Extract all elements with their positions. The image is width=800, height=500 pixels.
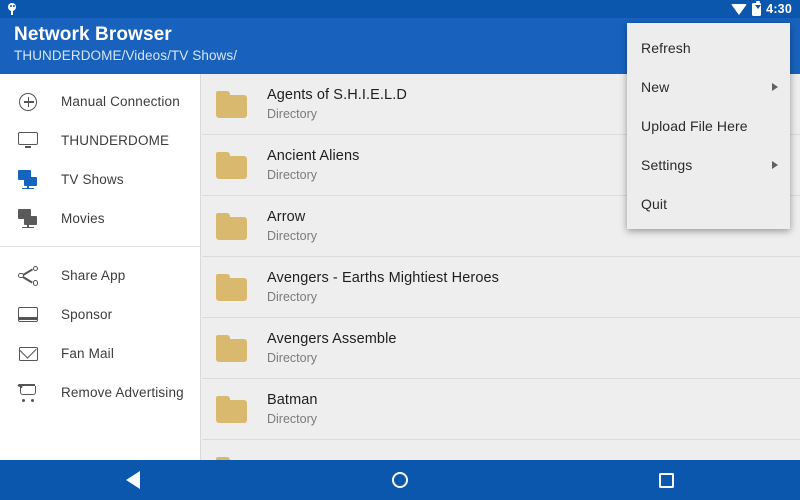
list-item[interactable]: Avengers - Earths Mightiest Heroes Direc…: [202, 257, 800, 318]
sidebar-item-thunderdome[interactable]: THUNDERDOME: [0, 121, 200, 160]
file-type: Directory: [267, 167, 360, 184]
sidebar-item-label: TV Shows: [61, 172, 124, 187]
file-name: Batman: [267, 391, 318, 410]
menu-item-upload-file-here[interactable]: Upload File Here: [627, 106, 790, 145]
monitor-icon: [16, 129, 40, 153]
home-icon: [392, 472, 408, 488]
sidebar-item-share-app[interactable]: Share App: [0, 256, 200, 295]
status-bar: 4:30: [0, 0, 800, 18]
status-bar-clock: 4:30: [766, 2, 792, 16]
menu-item-label: Refresh: [641, 40, 778, 56]
sidebar-item-label: Fan Mail: [61, 346, 114, 361]
sidebar-item-remove-advertising[interactable]: Remove Advertising: [0, 373, 200, 412]
sidebar-item-fan-mail[interactable]: Fan Mail: [0, 334, 200, 373]
chevron-right-icon: [772, 83, 778, 91]
status-bar-notifications: [6, 3, 731, 15]
sidebar-item-manual-connection[interactable]: Manual Connection: [0, 82, 200, 121]
file-type: Directory: [267, 411, 318, 428]
file-name: Agents of S.H.I.E.L.D: [267, 86, 407, 105]
menu-item-label: Upload File Here: [641, 118, 778, 134]
sidebar-item-label: Manual Connection: [61, 94, 180, 109]
file-type: Directory: [267, 228, 317, 245]
server-icon: [16, 168, 40, 192]
file-type: Directory: [267, 106, 407, 123]
list-item[interactable]: Batman Directory: [202, 379, 800, 440]
sidebar-item-movies[interactable]: Movies: [0, 199, 200, 238]
server-icon: [16, 207, 40, 231]
sidebar-item-sponsor[interactable]: Sponsor: [0, 295, 200, 334]
sidebar-item-label: Movies: [61, 211, 105, 226]
navigation-drawer: Manual Connection THUNDERDOME TV Shows M…: [0, 74, 201, 460]
battery-charging-icon: [752, 3, 761, 16]
sidebar-item-label: Share App: [61, 268, 125, 283]
back-button[interactable]: [103, 460, 163, 500]
wifi-icon: [731, 4, 747, 15]
sidebar-item-label: Remove Advertising: [61, 385, 184, 400]
status-bar-system: 4:30: [731, 2, 792, 16]
menu-item-new[interactable]: New: [627, 67, 790, 106]
shopping-cart-icon: [16, 381, 40, 405]
file-type: Directory: [267, 289, 499, 306]
sidebar-item-label: Sponsor: [61, 307, 112, 322]
sidebar-item-tv-shows[interactable]: TV Shows: [0, 160, 200, 199]
back-icon: [126, 471, 140, 489]
menu-item-label: Quit: [641, 196, 778, 212]
plug-icon: [6, 3, 18, 15]
file-name: Avengers Assemble: [267, 330, 397, 349]
file-name: Avengers - Earths Mightiest Heroes: [267, 269, 499, 288]
sidebar-divider: [0, 246, 200, 247]
android-navigation-bar: [0, 460, 800, 500]
folder-icon: [216, 152, 247, 179]
menu-item-settings[interactable]: Settings: [627, 145, 790, 184]
file-name: Arrow: [267, 208, 317, 227]
recents-button[interactable]: [637, 460, 697, 500]
folder-icon: [216, 213, 247, 240]
envelope-icon: [16, 342, 40, 366]
folder-icon: [216, 91, 247, 118]
list-item[interactable]: Avengers Assemble Directory: [202, 318, 800, 379]
menu-item-refresh[interactable]: Refresh: [627, 28, 790, 67]
plus-circle-icon: [16, 90, 40, 114]
file-type: Directory: [267, 350, 397, 367]
home-button[interactable]: [370, 460, 430, 500]
recents-icon: [659, 473, 674, 488]
list-item-partial[interactable]: [202, 440, 800, 460]
menu-item-label: Settings: [641, 157, 772, 173]
folder-icon: [216, 274, 247, 301]
sidebar-item-label: THUNDERDOME: [61, 133, 169, 148]
credit-card-icon: [16, 303, 40, 327]
folder-icon: [216, 335, 247, 362]
share-icon: [16, 264, 40, 288]
overflow-menu: Refresh New Upload File Here Settings Qu…: [627, 23, 790, 229]
menu-item-quit[interactable]: Quit: [627, 184, 790, 223]
folder-icon: [216, 396, 247, 423]
file-name: Ancient Aliens: [267, 147, 360, 166]
menu-item-label: New: [641, 79, 772, 95]
chevron-right-icon: [772, 161, 778, 169]
